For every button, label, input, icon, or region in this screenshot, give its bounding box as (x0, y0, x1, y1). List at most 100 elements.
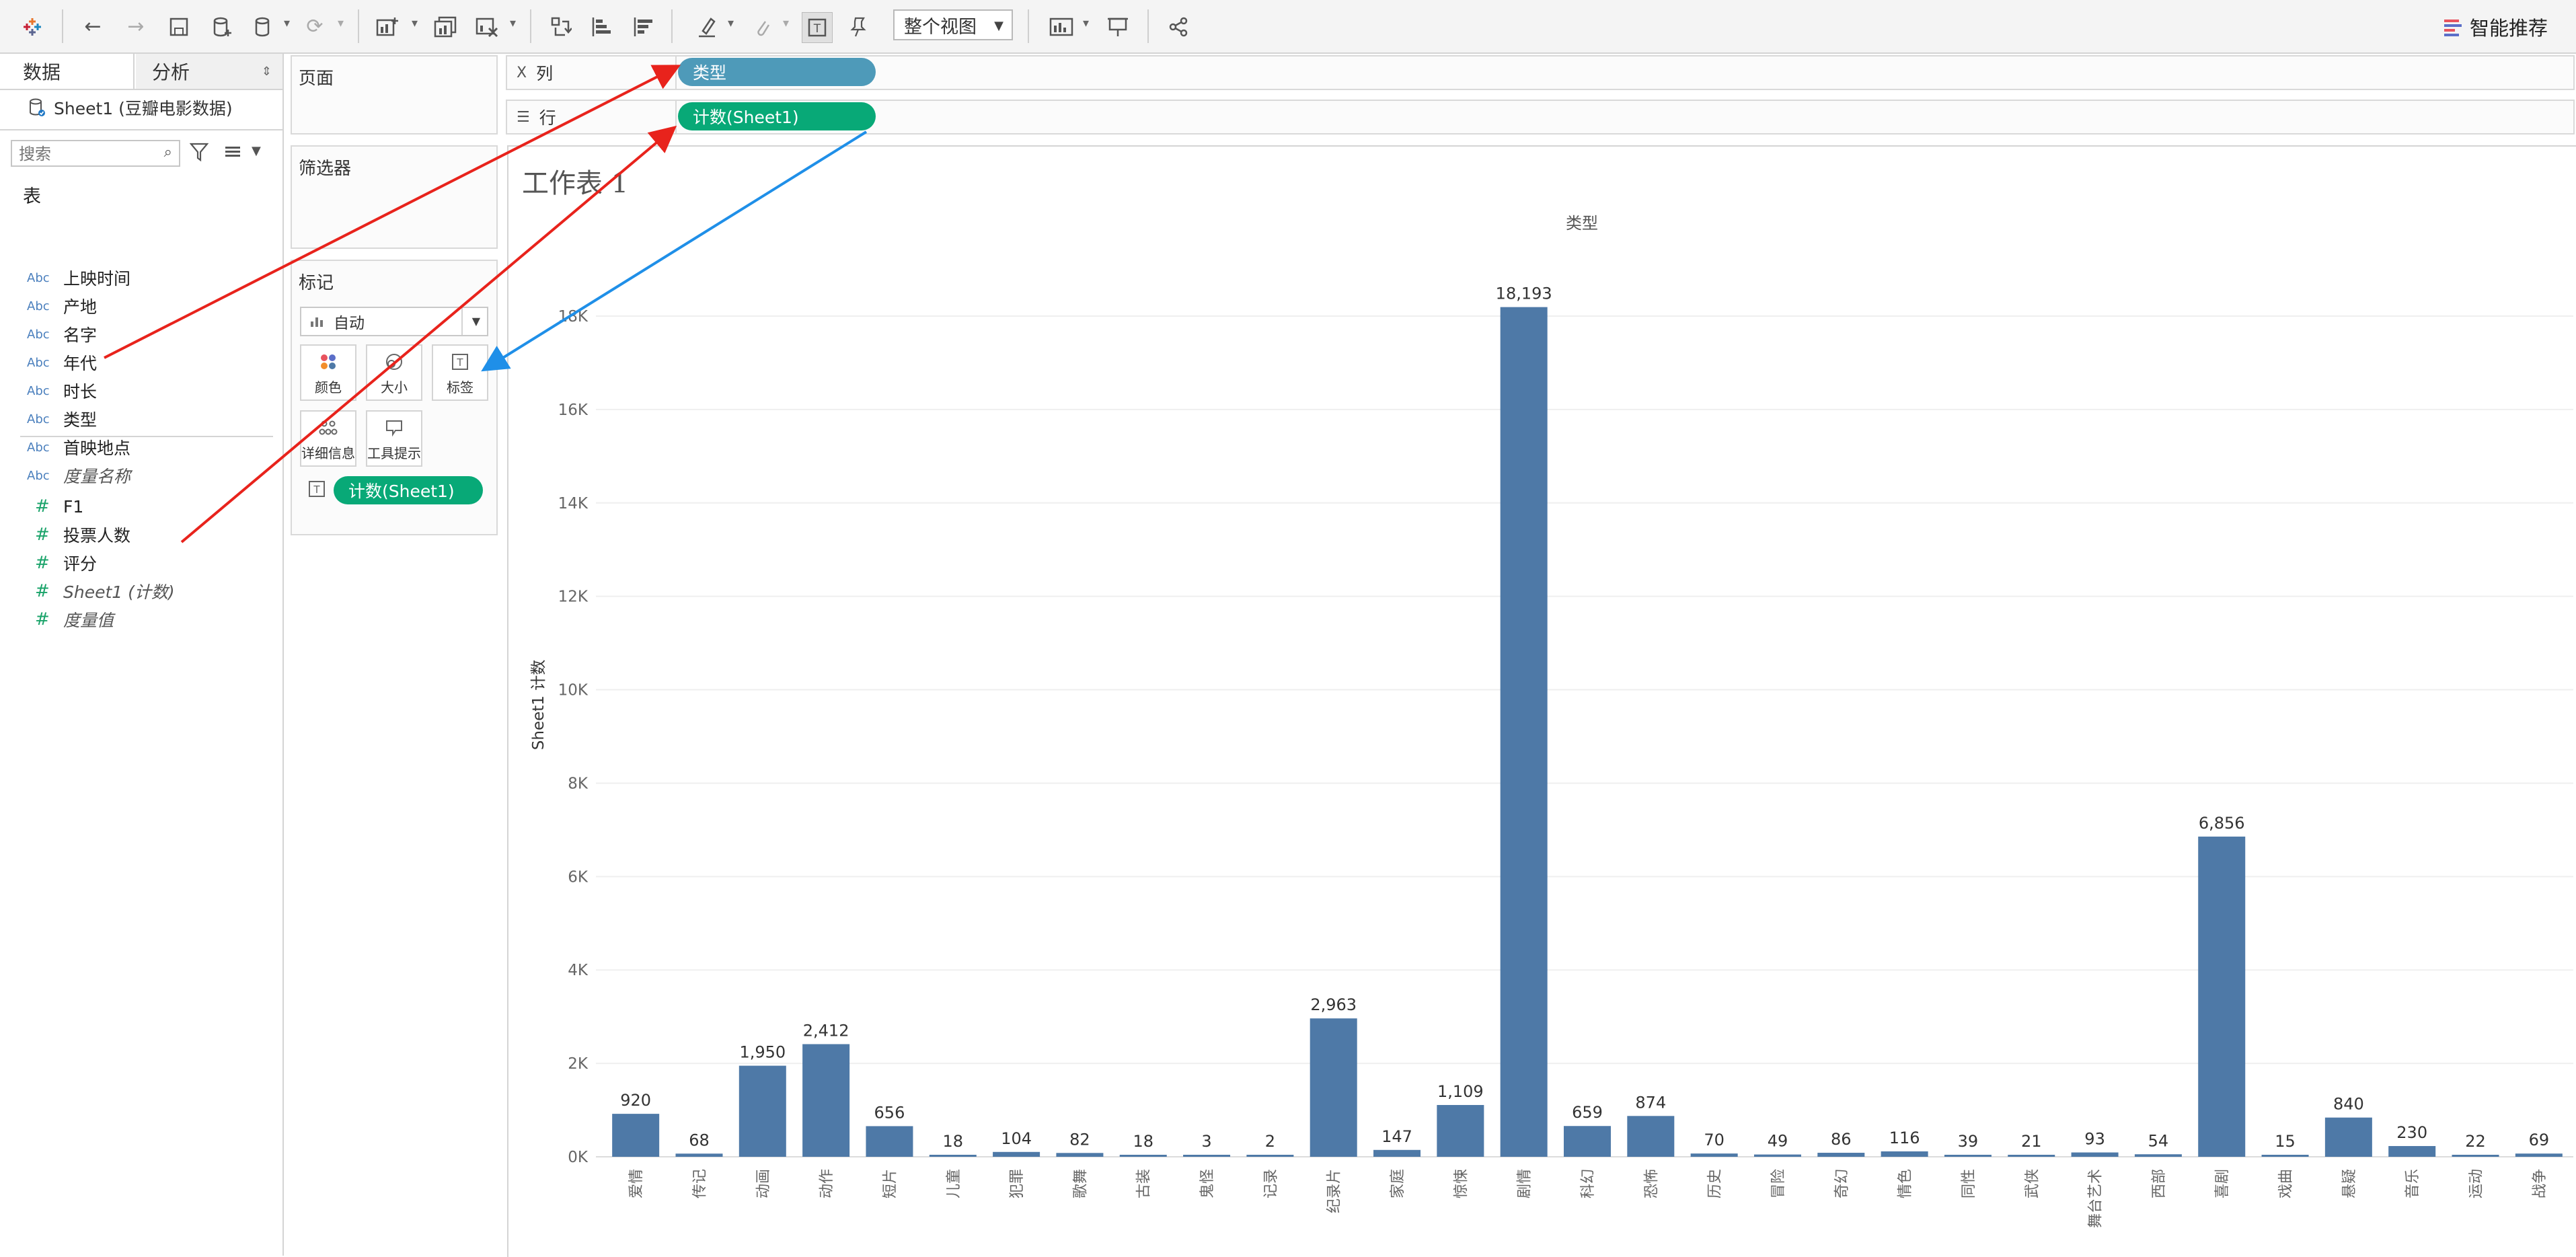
dimension-field[interactable]: Abc 时长 (0, 377, 97, 405)
bar[interactable] (1119, 1155, 1167, 1157)
bar[interactable] (2452, 1155, 2499, 1157)
bar[interactable] (993, 1151, 1040, 1157)
string-type-icon: Abc (27, 299, 50, 313)
sort-asc-icon[interactable] (586, 12, 616, 42)
fit-view-select[interactable]: 整个视图 ▼ (893, 9, 1013, 40)
bar[interactable] (1500, 307, 1548, 1157)
bar[interactable] (1564, 1126, 1611, 1157)
bar[interactable] (1437, 1104, 1484, 1157)
highlight-icon[interactable] (693, 12, 722, 42)
mark-type-select[interactable]: 自动 ▼ (300, 307, 488, 336)
color-button[interactable]: 颜色 (300, 344, 356, 401)
tableau-logo-icon[interactable] (17, 12, 47, 42)
chevron-down-icon[interactable]: ▾ (783, 16, 789, 30)
dimension-field[interactable]: Abc 首映地点 (0, 433, 130, 461)
dimension-field[interactable]: Abc 上映时间 (0, 264, 130, 292)
measure-field[interactable]: # F1 (0, 492, 83, 521)
string-type-icon: Abc (27, 327, 50, 342)
new-datasource-icon[interactable] (207, 12, 237, 42)
bar[interactable] (2134, 1154, 2182, 1157)
bar[interactable] (1056, 1153, 1104, 1157)
bar[interactable] (1310, 1018, 1357, 1157)
bar[interactable] (1944, 1155, 1992, 1157)
measure-field[interactable]: # 评分 (0, 549, 97, 577)
filter-icon[interactable] (189, 141, 210, 165)
view-list-icon[interactable] (223, 143, 245, 164)
tab-analysis[interactable]: 分析 ⇕ (136, 54, 282, 89)
bar[interactable] (2071, 1152, 2119, 1157)
show-me-icon[interactable] (1047, 12, 1076, 42)
columns-pill[interactable]: 类型 (678, 58, 876, 86)
undo-icon[interactable]: ← (78, 12, 108, 42)
presentation-icon[interactable] (1103, 12, 1133, 42)
field-search-box[interactable]: ⌕ (11, 140, 180, 167)
chevron-down-icon[interactable]: ▾ (338, 16, 344, 30)
tab-menu-icon[interactable]: ⇕ (262, 65, 272, 79)
label-icon[interactable]: T (802, 12, 833, 43)
label-button[interactable]: T 标签 (432, 344, 488, 401)
bar[interactable] (2515, 1153, 2563, 1157)
pin-icon[interactable] (843, 12, 873, 42)
tab-data[interactable]: 数据 (0, 54, 135, 89)
chevron-down-icon[interactable]: ▾ (1083, 16, 1089, 30)
bar[interactable] (1753, 1154, 1801, 1157)
number-type-icon: # (35, 553, 50, 573)
swap-icon[interactable] (546, 12, 576, 42)
group-icon[interactable] (747, 12, 776, 42)
bar[interactable] (929, 1155, 977, 1157)
bar[interactable] (738, 1065, 786, 1157)
columns-shelf[interactable]: Ⅹ 列 类型 (506, 55, 2575, 90)
dimension-field[interactable]: Abc 类型 (0, 405, 97, 433)
pages-card[interactable]: 页面 (291, 55, 498, 135)
bar[interactable] (1881, 1151, 1928, 1157)
bar[interactable] (675, 1153, 723, 1157)
rows-shelf[interactable]: ☰ 行 计数(Sheet1) (506, 100, 2575, 135)
chevron-down-icon[interactable]: ▾ (728, 16, 734, 30)
chevron-down-icon[interactable]: ▾ (284, 16, 290, 30)
chevron-down-icon[interactable]: ▼ (252, 144, 261, 158)
datasource-icon[interactable] (249, 12, 278, 42)
chevron-down-icon[interactable]: ▾ (510, 16, 516, 30)
bar[interactable] (1627, 1116, 1675, 1157)
bar[interactable] (2198, 836, 2246, 1157)
new-worksheet-icon[interactable] (373, 12, 402, 42)
size-button[interactable]: 大小 (366, 344, 422, 401)
bar[interactable] (2324, 1117, 2372, 1157)
redo-icon[interactable]: → (121, 12, 151, 42)
clear-icon[interactable] (472, 12, 502, 42)
duplicate-icon[interactable] (430, 12, 460, 42)
measure-field[interactable]: # Sheet1 (计数) (0, 577, 175, 605)
sort-desc-icon[interactable] (628, 12, 658, 42)
filters-card[interactable]: 筛选器 (291, 145, 498, 249)
tooltip-button[interactable]: 工具提示 (366, 410, 422, 467)
measure-field[interactable]: # 度量值 (0, 605, 114, 634)
bar[interactable] (2261, 1155, 2309, 1157)
marks-label-pill[interactable]: 计数(Sheet1) (334, 476, 483, 504)
detail-button[interactable]: 详细信息 (300, 410, 356, 467)
dimension-field[interactable]: Abc 名字 (0, 320, 97, 348)
rows-pill[interactable]: 计数(Sheet1) (678, 102, 876, 130)
smart-recommendation-button[interactable]: 智能推荐 (2443, 13, 2548, 40)
share-icon[interactable] (1164, 12, 1193, 42)
filters-title: 筛选器 (299, 159, 352, 179)
bar[interactable] (802, 1044, 850, 1157)
bar[interactable] (1373, 1149, 1421, 1157)
chevron-down-icon[interactable]: ▾ (412, 16, 418, 30)
dimension-field[interactable]: Abc 产地 (0, 292, 97, 320)
bar[interactable] (1817, 1153, 1865, 1157)
bar[interactable] (2008, 1155, 2055, 1157)
bar-chart-icon (311, 317, 323, 327)
refresh-icon[interactable]: ⟳ (300, 12, 330, 42)
bar[interactable] (2388, 1146, 2436, 1157)
save-icon[interactable] (164, 12, 194, 42)
dimension-field[interactable]: Abc 度量名称 (0, 461, 130, 490)
bar[interactable] (866, 1126, 913, 1157)
dimension-field[interactable]: Abc 年代 (0, 348, 97, 377)
bar[interactable] (1246, 1155, 1294, 1157)
measure-field[interactable]: # 投票人数 (0, 521, 130, 549)
search-input[interactable] (17, 144, 155, 164)
bar[interactable] (1183, 1155, 1231, 1157)
datasource-item[interactable]: Sheet1 (豆瓣电影数据) (28, 96, 233, 120)
bar[interactable] (1690, 1153, 1738, 1157)
bar[interactable] (612, 1114, 660, 1157)
